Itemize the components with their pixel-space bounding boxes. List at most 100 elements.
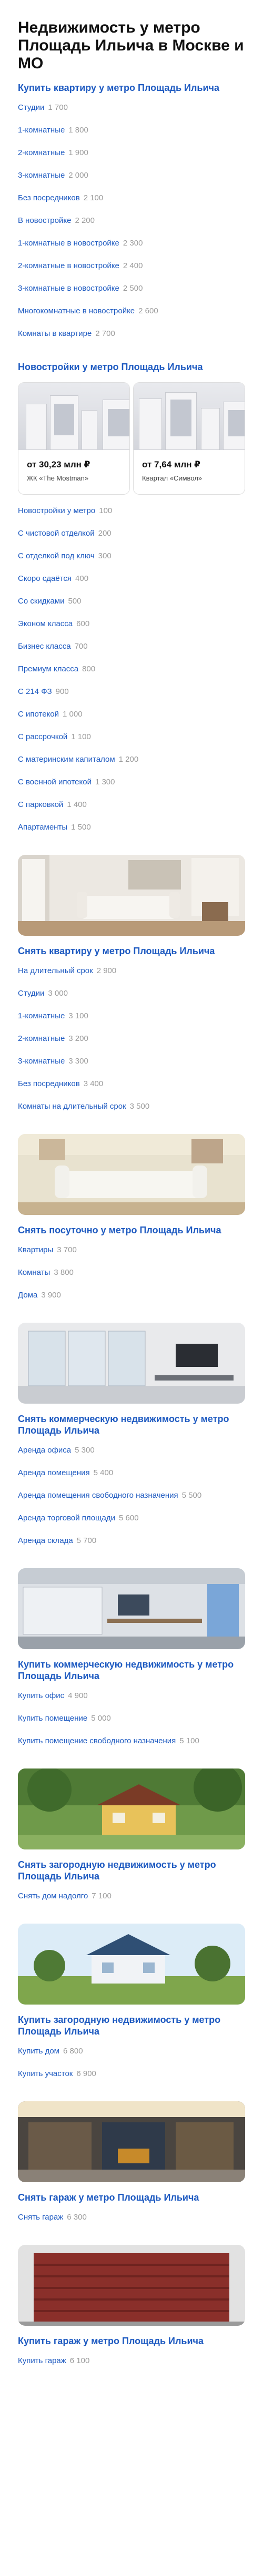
link-item[interactable]: Аренда склада 5 700 [18, 1536, 245, 1559]
link-label[interactable]: С 214 ФЗ [18, 687, 52, 697]
link-label[interactable]: Скоро сдаётся [18, 574, 72, 584]
link-item[interactable]: С ипотекой 1 000 [18, 710, 245, 732]
link-item[interactable]: 3-комнатные 3 300 [18, 1057, 245, 1079]
link-label[interactable]: 3-комнатные в новостройке [18, 284, 119, 293]
link-item[interactable]: Купить офис 4 900 [18, 1691, 245, 1714]
link-label[interactable]: Без посредников [18, 1079, 80, 1089]
link-label[interactable]: Аренда склада [18, 1536, 73, 1546]
link-item[interactable]: С военной ипотекой 1 300 [18, 778, 245, 800]
link-label[interactable]: Многокомнатные в новостройке [18, 306, 135, 316]
link-item[interactable]: Аренда помещения 5 400 [18, 1468, 245, 1491]
link-item[interactable]: Скоро сдаётся 400 [18, 574, 245, 597]
link-item[interactable]: С чистовой отделкой 200 [18, 529, 245, 551]
buy-flat-title-link[interactable]: Купить квартиру у метро Площадь Ильича [18, 82, 245, 94]
link-label[interactable]: 3-комнатные [18, 171, 65, 180]
link-label[interactable]: Квартиры [18, 1245, 53, 1255]
link-item[interactable]: Снять гараж 6 300 [18, 2213, 245, 2235]
link-label[interactable]: 1-комнатные [18, 1011, 65, 1021]
buy-country-title-link[interactable]: Купить загородную недвижимость у метро П… [18, 2014, 245, 2037]
rent-daily-title-link[interactable]: Снять посуточно у метро Площадь Ильича [18, 1224, 245, 1236]
link-label[interactable]: Дома [18, 1291, 37, 1300]
link-label[interactable]: Эконом класса [18, 619, 73, 629]
link-item[interactable]: С парковкой 1 400 [18, 800, 245, 823]
link-item[interactable]: С отделкой под ключ 300 [18, 551, 245, 574]
link-label[interactable]: В новостройке [18, 216, 71, 226]
link-label[interactable]: Премиум класса [18, 665, 78, 674]
link-item[interactable]: Без посредников 2 100 [18, 193, 245, 216]
link-label[interactable]: 2-комнатные [18, 148, 65, 158]
link-item[interactable]: 2-комнатные в новостройке 2 400 [18, 261, 245, 284]
link-item[interactable]: Многокомнатные в новостройке 2 600 [18, 306, 245, 329]
link-item[interactable]: Комнаты на длительный срок 3 500 [18, 1102, 245, 1125]
link-label[interactable]: Апартаменты [18, 823, 67, 832]
link-label[interactable]: 2-комнатные [18, 1034, 65, 1044]
link-label[interactable]: 1-комнатные [18, 126, 65, 135]
link-item[interactable]: На длительный срок 2 900 [18, 966, 245, 989]
link-label[interactable]: 1-комнатные в новостройке [18, 239, 119, 248]
link-label[interactable]: Со скидками [18, 597, 64, 606]
link-item[interactable]: 3-комнатные 2 000 [18, 171, 245, 193]
link-label[interactable]: 2-комнатные в новостройке [18, 261, 119, 271]
link-item[interactable]: Эконом класса 600 [18, 619, 245, 642]
link-label[interactable]: С парковкой [18, 800, 63, 810]
link-label[interactable]: Снять дом надолго [18, 1892, 88, 1901]
link-item[interactable]: Студии 1 700 [18, 103, 245, 126]
link-label[interactable]: С отделкой под ключ [18, 551, 95, 561]
link-item[interactable]: С 214 ФЗ 900 [18, 687, 245, 710]
link-label[interactable]: Аренда помещения свободного назначения [18, 1491, 178, 1500]
link-item[interactable]: Купить дом 6 800 [18, 2047, 245, 2069]
link-item[interactable]: Купить помещение свободного назначения 5 … [18, 1736, 245, 1759]
link-item[interactable]: Комнаты 3 800 [18, 1268, 245, 1291]
link-label[interactable]: Купить участок [18, 2069, 73, 2079]
link-item[interactable]: 1-комнатные 3 100 [18, 1011, 245, 1034]
link-item[interactable]: Премиум класса 800 [18, 665, 245, 687]
link-item[interactable]: 1-комнатные 1 800 [18, 126, 245, 148]
link-item[interactable]: Купить участок 6 900 [18, 2069, 245, 2092]
link-item[interactable]: Аренда помещения свободного назначения 5 … [18, 1491, 245, 1514]
link-label[interactable]: С военной ипотекой [18, 778, 92, 787]
link-item[interactable]: Аренда торговой площади 5 600 [18, 1514, 245, 1536]
link-label[interactable]: Купить дом [18, 2047, 59, 2056]
link-label[interactable]: Купить помещение [18, 1714, 87, 1723]
link-item[interactable]: Со скидками 500 [18, 597, 245, 619]
rent-commercial-title-link[interactable]: Снять коммерческую недвижимость у метро … [18, 1413, 245, 1436]
link-label[interactable]: На длительный срок [18, 966, 93, 976]
link-item[interactable]: Квартиры 3 700 [18, 1245, 245, 1268]
link-item[interactable]: Без посредников 3 400 [18, 1079, 245, 1102]
link-label[interactable]: С чистовой отделкой [18, 529, 95, 538]
link-label[interactable]: Комнаты на длительный срок [18, 1102, 126, 1111]
link-label[interactable]: Новостройки у метро [18, 506, 95, 516]
link-item[interactable]: 2-комнатные 3 200 [18, 1034, 245, 1057]
link-item[interactable]: С материнским капиталом 1 200 [18, 755, 245, 778]
link-item[interactable]: 2-комнатные 1 900 [18, 148, 245, 171]
link-label[interactable]: Купить гараж [18, 2356, 66, 2366]
rent-garage-title-link[interactable]: Снять гараж у метро Площадь Ильича [18, 2192, 245, 2203]
link-item[interactable]: Дома 3 900 [18, 1291, 245, 1313]
link-label[interactable]: Аренда помещения [18, 1468, 90, 1478]
link-label[interactable]: С ипотекой [18, 710, 59, 719]
link-item[interactable]: 1-комнатные в новостройке 2 300 [18, 239, 245, 261]
link-label[interactable]: Студии [18, 103, 44, 113]
link-item[interactable]: Снять дом надолго 7 100 [18, 1892, 245, 1914]
link-item[interactable]: Студии 3 000 [18, 989, 245, 1011]
link-label[interactable]: Комнаты в квартире [18, 329, 92, 339]
link-label[interactable]: Снять гараж [18, 2213, 63, 2222]
link-label[interactable]: Комнаты [18, 1268, 50, 1277]
link-label[interactable]: Студии [18, 989, 44, 998]
new-building-card[interactable]: от 7,64 млн ₽ Квартал «Символ» [133, 382, 245, 495]
link-label[interactable]: С рассрочкой [18, 732, 67, 742]
link-item[interactable]: С рассрочкой 1 100 [18, 732, 245, 755]
link-label[interactable]: Аренда офиса [18, 1446, 71, 1455]
link-label[interactable]: С материнским капиталом [18, 755, 115, 764]
buy-commercial-title-link[interactable]: Купить коммерческую недвижимость у метро… [18, 1659, 245, 1682]
link-label[interactable]: 3-комнатные [18, 1057, 65, 1066]
new-buildings-title-link[interactable]: Новостройки у метро Площадь Ильича [18, 361, 245, 373]
link-item[interactable]: 3-комнатные в новостройке 2 500 [18, 284, 245, 306]
link-label[interactable]: Аренда торговой площади [18, 1514, 115, 1523]
link-label[interactable]: Купить офис [18, 1691, 64, 1701]
link-item[interactable]: Купить гараж 6 100 [18, 2356, 245, 2379]
link-item[interactable]: Новостройки у метро 100 [18, 506, 245, 529]
link-label[interactable]: Без посредников [18, 193, 80, 203]
link-item[interactable]: Купить помещение 5 000 [18, 1714, 245, 1736]
rent-country-title-link[interactable]: Снять загородную недвижимость у метро Пл… [18, 1859, 245, 1882]
